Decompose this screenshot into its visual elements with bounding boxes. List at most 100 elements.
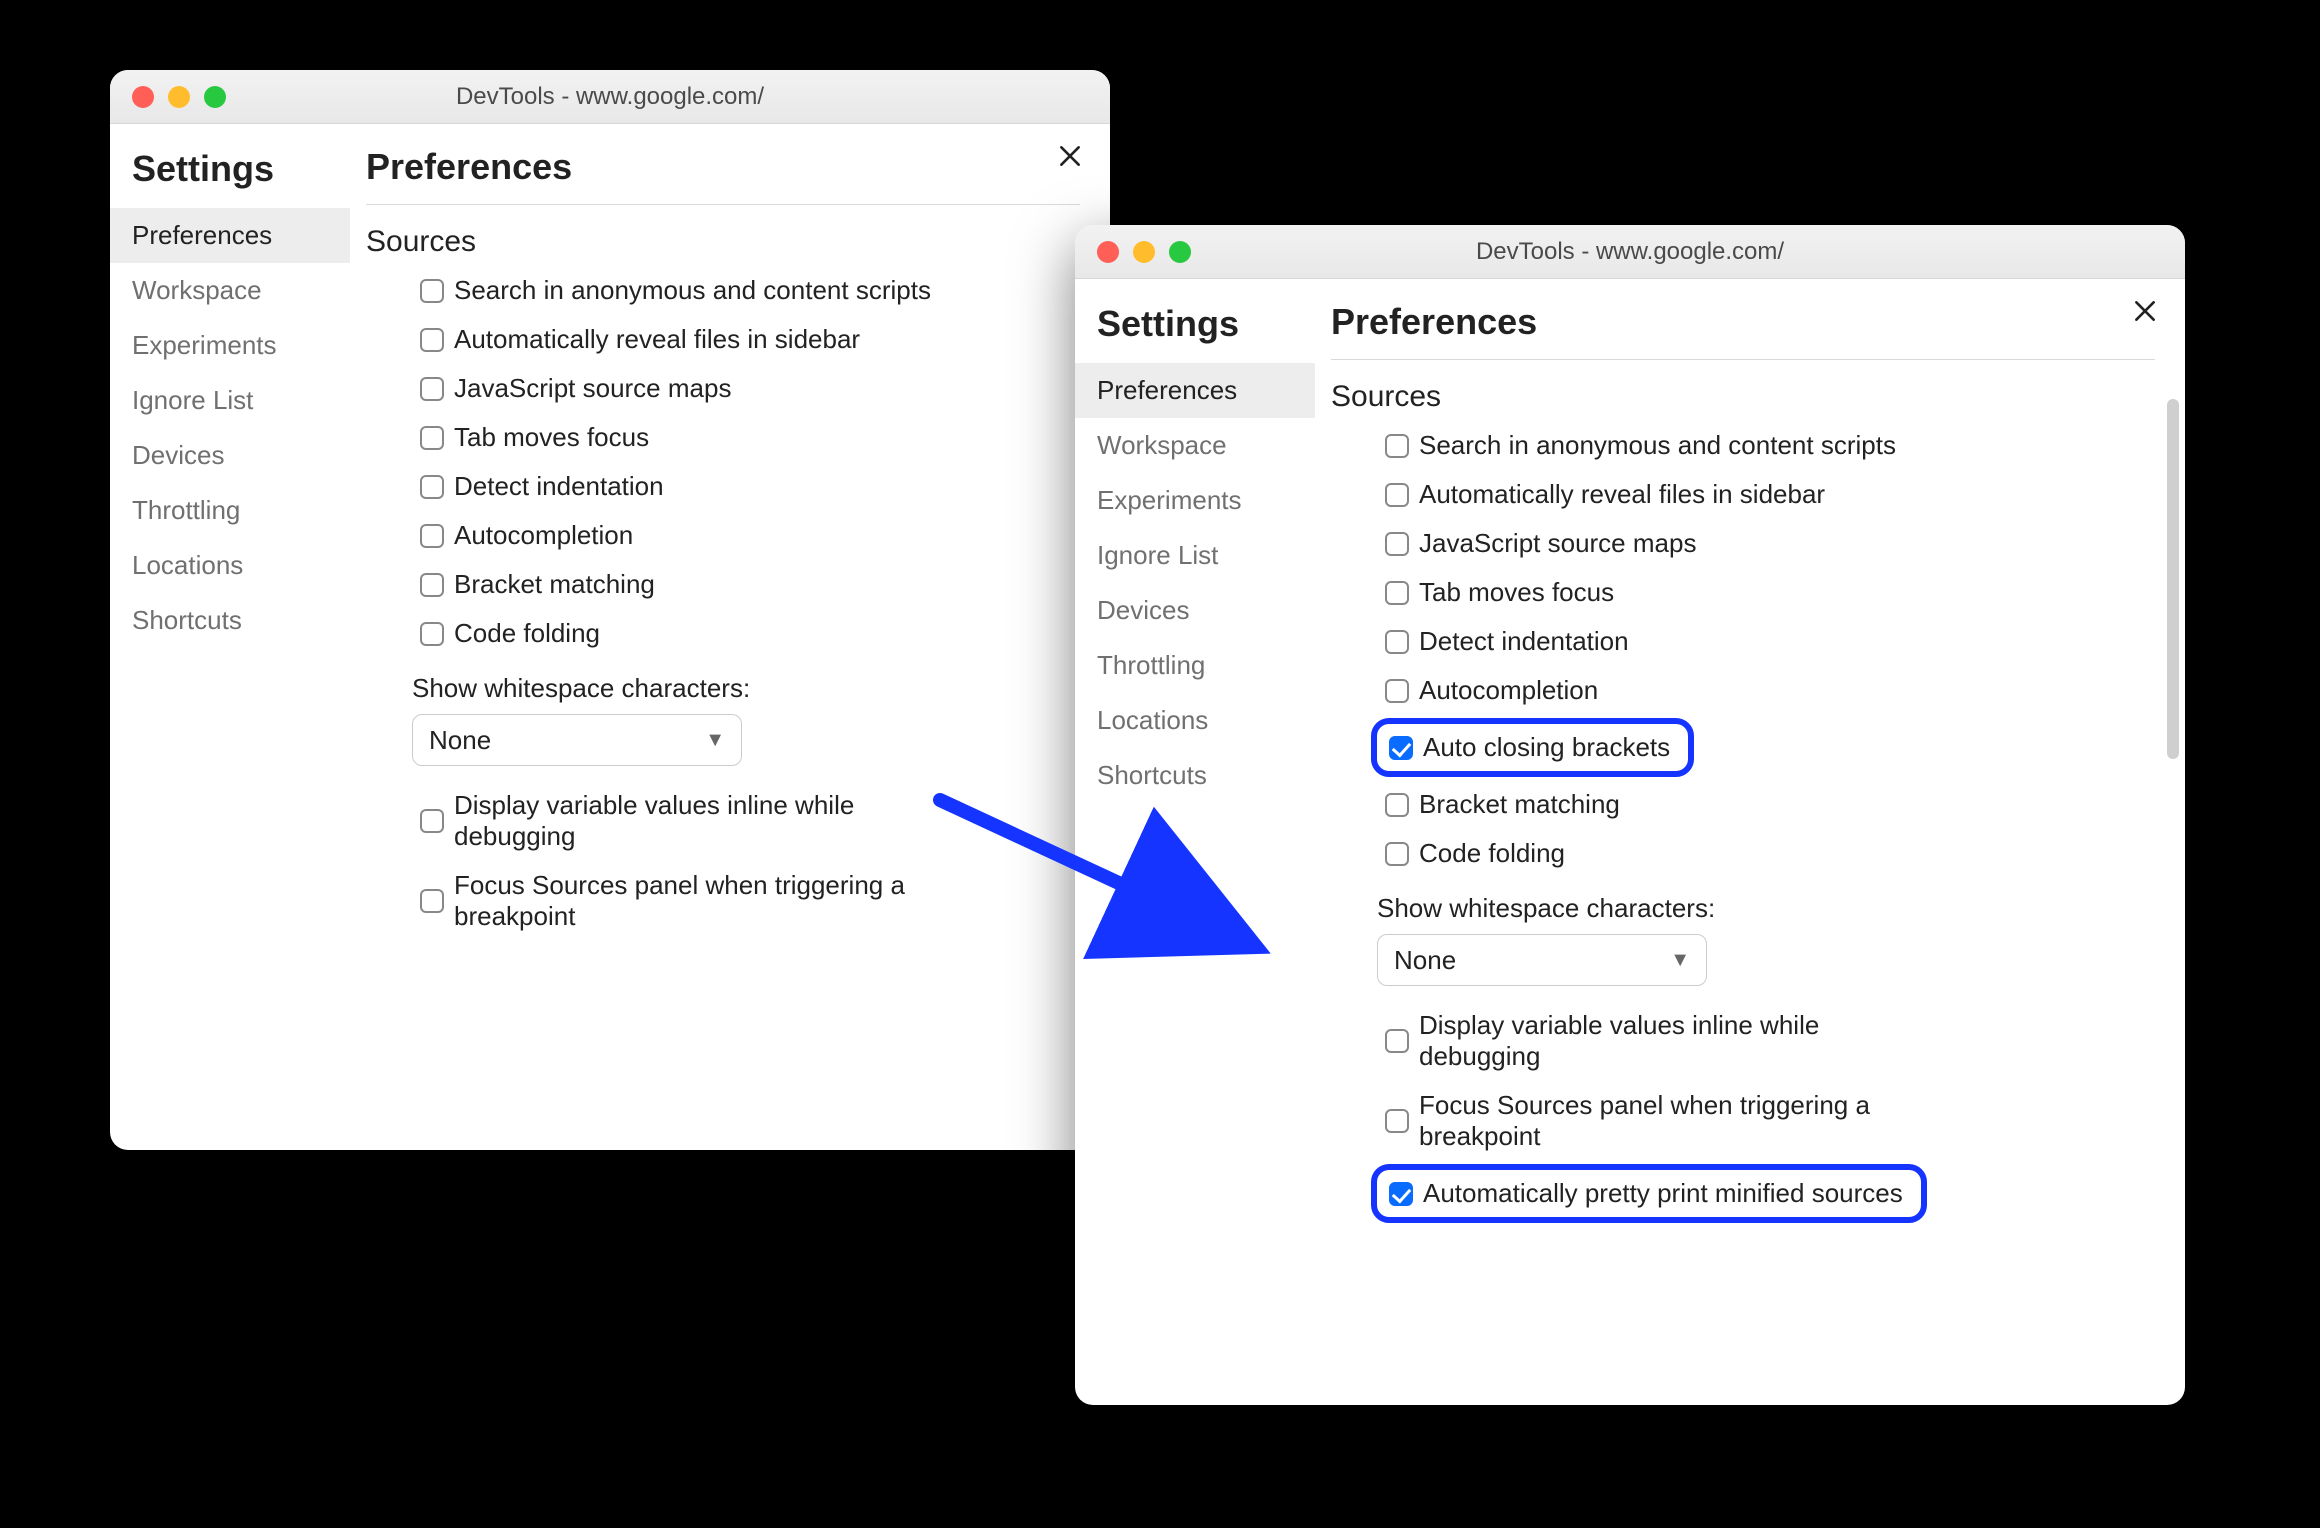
checkbox[interactable] [420,524,444,548]
checkbox[interactable] [420,809,444,833]
checkbox[interactable] [1385,532,1409,556]
window-minimize-button[interactable] [168,86,190,108]
option-row[interactable]: Code folding [412,612,1084,655]
option-label: Automatically reveal files in sidebar [1419,479,1825,510]
window-zoom-button[interactable] [1169,241,1191,263]
checkbox[interactable] [420,279,444,303]
option-row[interactable]: Display variable values inline while deb… [1377,1004,2159,1078]
sidebar-item-devices[interactable]: Devices [110,428,350,483]
option-label: Automatically pretty print minified sour… [1423,1178,1903,1209]
sidebar-item-workspace[interactable]: Workspace [1075,418,1315,473]
titlebar: DevTools - www.google.com/ [110,70,1110,124]
traffic-lights [132,86,226,108]
option-row[interactable]: Automatically reveal files in sidebar [1377,473,2159,516]
sidebar-item-ignore-list[interactable]: Ignore List [110,373,350,428]
whitespace-select[interactable]: None ▼ [1377,934,1707,986]
option-row[interactable]: JavaScript source maps [412,367,1084,410]
option-row[interactable]: Code folding [1377,832,2159,875]
settings-heading: Settings [110,146,350,208]
window-title: DevTools - www.google.com/ [110,83,1110,111]
option-label: Auto closing brackets [1423,732,1670,763]
option-row[interactable]: Display variable values inline while deb… [412,784,1084,858]
window-close-button[interactable] [132,86,154,108]
checkbox[interactable] [1385,793,1409,817]
chevron-down-icon: ▼ [1670,949,1690,972]
option-row[interactable]: Autocompletion [412,514,1084,557]
option-label: Autocompletion [454,520,633,551]
sidebar-item-experiments[interactable]: Experiments [1075,473,1315,528]
devtools-window-before: DevTools - www.google.com/ Settings Pref… [110,70,1110,1150]
section-sources: Sources [366,225,1084,259]
option-label: Search in anonymous and content scripts [1419,430,1896,461]
option-row[interactable]: Tab moves focus [412,416,1084,459]
checkbox[interactable] [1385,581,1409,605]
option-row[interactable]: Bracket matching [1377,783,2159,826]
settings-main: Preferences Sources Search in anonymous … [350,124,1110,1150]
option-label: Detect indentation [1419,626,1629,657]
whitespace-select[interactable]: None ▼ [412,714,742,766]
settings-heading: Settings [1075,301,1315,363]
option-label: Focus Sources panel when triggering a br… [1419,1090,1939,1152]
option-row[interactable]: Tab moves focus [1377,571,2159,614]
checkbox[interactable] [420,889,444,913]
option-row[interactable]: Detect indentation [412,465,1084,508]
checkbox[interactable] [420,328,444,352]
checkbox[interactable] [1385,434,1409,458]
checkbox[interactable] [1385,679,1409,703]
chevron-down-icon: ▼ [705,729,725,752]
window-title: DevTools - www.google.com/ [1075,238,2185,266]
option-row[interactable]: Automatically reveal files in sidebar [412,318,1084,361]
scrollbar-thumb[interactable] [2167,399,2179,759]
checkbox[interactable] [420,622,444,646]
checkbox[interactable] [1385,630,1409,654]
highlighted-option: Auto closing brackets [1371,718,1694,777]
window-zoom-button[interactable] [204,86,226,108]
option-label: Automatically reveal files in sidebar [454,324,860,355]
whitespace-label: Show whitespace characters: [412,673,1084,704]
option-row[interactable]: Focus Sources panel when triggering a br… [1377,1084,2159,1158]
sidebar-item-shortcuts[interactable]: Shortcuts [110,593,350,648]
option-row[interactable]: Auto closing brackets [1381,726,1678,769]
option-row[interactable]: Focus Sources panel when triggering a br… [412,864,1084,938]
option-row[interactable]: Bracket matching [412,563,1084,606]
checkbox[interactable] [1385,1029,1409,1053]
option-label: Detect indentation [454,471,664,502]
sidebar-item-ignore-list[interactable]: Ignore List [1075,528,1315,583]
sidebar-item-locations[interactable]: Locations [1075,693,1315,748]
sidebar-item-devices[interactable]: Devices [1075,583,1315,638]
sidebar-item-preferences[interactable]: Preferences [1075,363,1315,418]
option-row[interactable]: Automatically pretty print minified sour… [1381,1172,1911,1215]
checkbox[interactable] [420,377,444,401]
option-label: Code folding [454,618,600,649]
sidebar-item-throttling[interactable]: Throttling [1075,638,1315,693]
option-row[interactable]: JavaScript source maps [1377,522,2159,565]
option-row[interactable]: Search in anonymous and content scripts [1377,424,2159,467]
section-sources: Sources [1331,380,2159,414]
sidebar-item-experiments[interactable]: Experiments [110,318,350,373]
checkbox[interactable] [1389,1182,1413,1206]
checkbox[interactable] [1389,736,1413,760]
sidebar-item-preferences[interactable]: Preferences [110,208,350,263]
option-label: Code folding [1419,838,1565,869]
sidebar-item-locations[interactable]: Locations [110,538,350,593]
titlebar: DevTools - www.google.com/ [1075,225,2185,279]
option-row[interactable]: Search in anonymous and content scripts [412,269,1084,312]
checkbox[interactable] [1385,842,1409,866]
option-label: Tab moves focus [1419,577,1614,608]
sidebar-item-workspace[interactable]: Workspace [110,263,350,318]
checkbox[interactable] [420,475,444,499]
option-row[interactable]: Autocompletion [1377,669,2159,712]
sidebar-item-throttling[interactable]: Throttling [110,483,350,538]
window-minimize-button[interactable] [1133,241,1155,263]
option-label: Display variable values inline while deb… [454,790,974,852]
checkbox[interactable] [1385,1109,1409,1133]
checkbox[interactable] [420,573,444,597]
sidebar-item-shortcuts[interactable]: Shortcuts [1075,748,1315,803]
whitespace-label: Show whitespace characters: [1377,893,2159,924]
checkbox[interactable] [420,426,444,450]
option-label: Display variable values inline while deb… [1419,1010,1939,1072]
window-close-button[interactable] [1097,241,1119,263]
option-row[interactable]: Detect indentation [1377,620,2159,663]
checkbox[interactable] [1385,483,1409,507]
settings-sidebar: Settings PreferencesWorkspaceExperiments… [1075,279,1315,1405]
